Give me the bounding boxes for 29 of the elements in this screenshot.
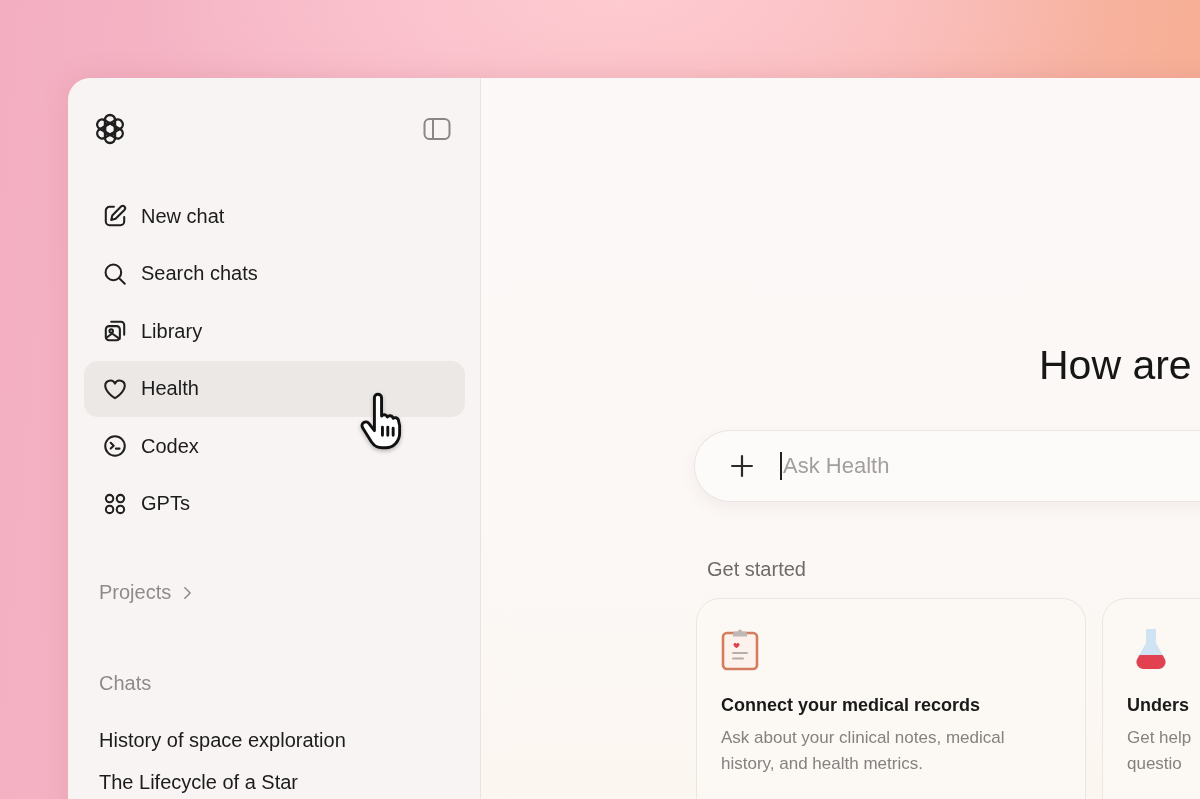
card-title: Connect your medical records	[721, 694, 982, 717]
card-title: Unders	[1127, 694, 1190, 717]
plus-icon	[731, 455, 753, 477]
chat-item[interactable]: History of space exploration	[84, 720, 346, 761]
card-description: Ask about your clinical notes, medical history, and health metrics.	[721, 727, 1006, 775]
sidebar-item[interactable]: Search chats	[84, 245, 465, 302]
terminal-icon	[102, 433, 128, 459]
sidebar-item[interactable]: Codex	[84, 418, 465, 474]
flask-icon	[1134, 627, 1168, 671]
sidebar-item[interactable]: New chat	[84, 188, 465, 244]
suggestion-card[interactable]: Unders Get help questio	[1102, 598, 1200, 799]
sidebar-toggle-icon	[423, 117, 451, 141]
card-description: Get help questio	[1127, 727, 1193, 775]
chat-item[interactable]: The Lifecycle of a Star	[84, 762, 298, 799]
sidebar-item[interactable]: Library	[84, 303, 465, 359]
chevron-right-icon	[183, 585, 193, 600]
sidebar-toggle-button[interactable]	[423, 117, 451, 141]
section-heading: Get started	[706, 557, 806, 581]
add-button[interactable]	[731, 455, 753, 477]
text-cursor-icon	[780, 452, 782, 480]
greeting-heading: How are	[1039, 341, 1192, 390]
clipboard-icon	[721, 627, 759, 671]
images-icon	[102, 318, 128, 344]
sidebar-item[interactable]: Health	[84, 360, 465, 417]
section-heading: Chats	[98, 670, 153, 696]
suggestion-card[interactable]: Connect your medical records Ask about your clinical notes, medical history, and health metrics.	[696, 598, 1086, 799]
sidebar-item[interactable]: GPTs	[84, 475, 465, 532]
new-chat-icon	[102, 203, 128, 229]
message-input[interactable]: Ask Health	[783, 453, 1183, 479]
